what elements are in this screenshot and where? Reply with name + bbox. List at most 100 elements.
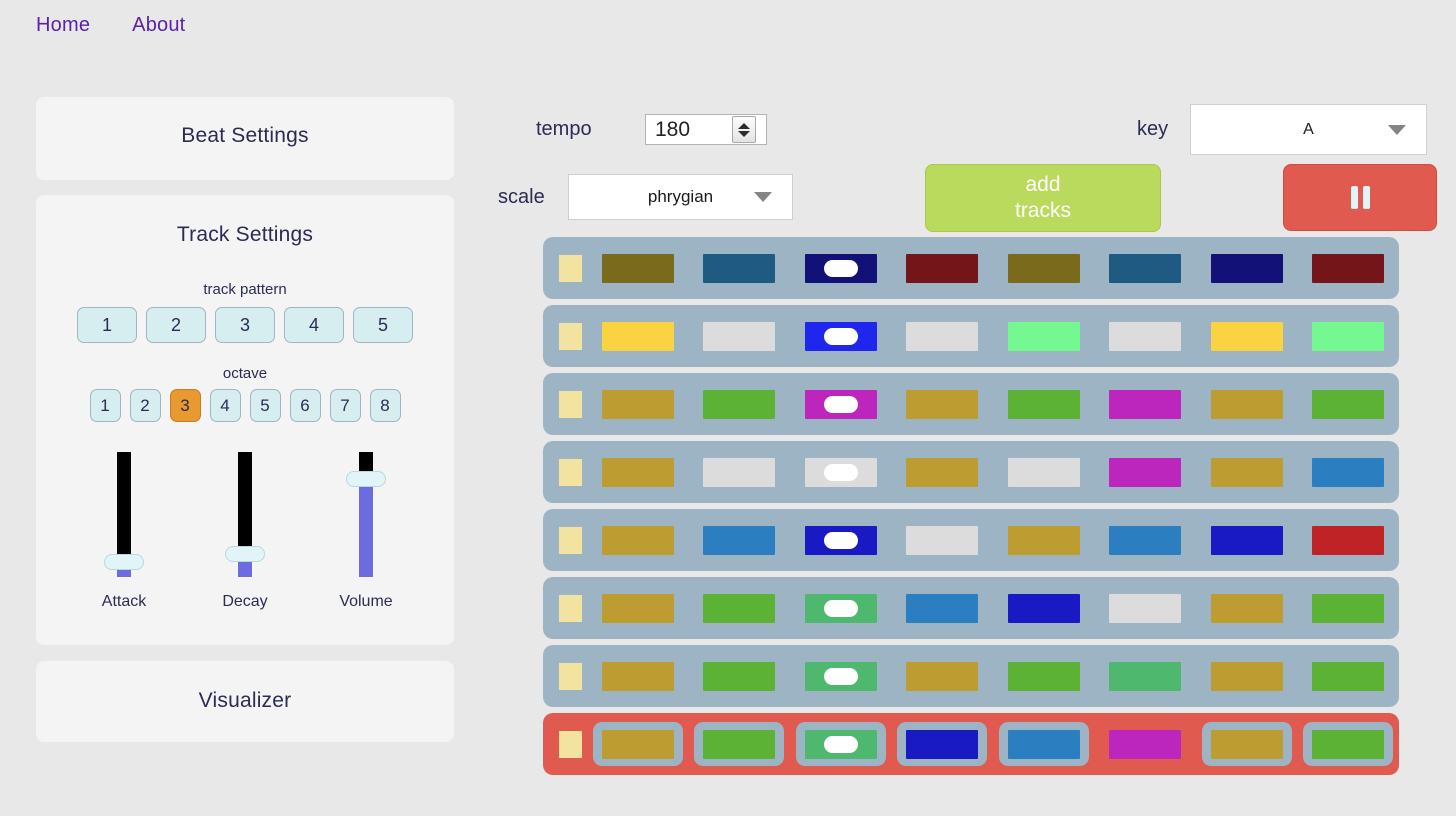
step-cell[interactable] (804, 729, 877, 759)
step-cell[interactable] (601, 593, 674, 623)
step-cell[interactable] (1007, 389, 1080, 419)
step-cell[interactable] (601, 457, 674, 487)
track-row[interactable] (543, 237, 1399, 299)
step-cell[interactable] (804, 321, 877, 351)
step-cell[interactable] (1210, 525, 1283, 555)
step-toggle-indicator[interactable] (823, 735, 858, 753)
step-toggle-indicator[interactable] (823, 259, 858, 277)
step-cell[interactable] (601, 729, 674, 759)
track-pattern-button-3[interactable]: 3 (215, 307, 275, 343)
step-cell[interactable] (703, 525, 776, 555)
step-cell[interactable] (703, 321, 776, 351)
track-row[interactable] (543, 373, 1399, 435)
chevron-down-icon[interactable] (738, 130, 750, 137)
track-row[interactable] (543, 713, 1399, 775)
track-marker[interactable] (559, 458, 582, 486)
tempo-stepper[interactable] (645, 114, 767, 145)
slider-volume[interactable]: Volume (336, 452, 396, 611)
step-cell[interactable] (703, 661, 776, 691)
octave-button-3[interactable]: 3 (169, 389, 201, 422)
nav-link-about[interactable]: About (132, 14, 185, 37)
step-toggle-indicator[interactable] (823, 531, 858, 549)
octave-button-1[interactable]: 1 (89, 389, 121, 422)
slider-track-attack[interactable] (104, 452, 144, 577)
step-cell[interactable] (1007, 525, 1080, 555)
step-cell[interactable] (1210, 457, 1283, 487)
step-cell[interactable] (1109, 525, 1182, 555)
step-cell[interactable] (601, 525, 674, 555)
step-cell[interactable] (703, 457, 776, 487)
step-cell[interactable] (1312, 457, 1385, 487)
octave-button-7[interactable]: 7 (329, 389, 361, 422)
step-cell[interactable] (1109, 661, 1182, 691)
chevron-down-icon[interactable] (1388, 124, 1406, 135)
step-cell[interactable] (1007, 253, 1080, 283)
step-cell[interactable] (906, 389, 979, 419)
step-cell[interactable] (906, 321, 979, 351)
step-cell[interactable] (1210, 729, 1283, 759)
track-marker[interactable] (559, 730, 582, 758)
step-cell[interactable] (703, 253, 776, 283)
step-cell[interactable] (1312, 661, 1385, 691)
step-toggle-indicator[interactable] (823, 327, 858, 345)
step-toggle-indicator[interactable] (823, 395, 858, 413)
step-cell[interactable] (1109, 729, 1182, 759)
step-cell[interactable] (1210, 389, 1283, 419)
step-cell[interactable] (804, 253, 877, 283)
step-toggle-indicator[interactable] (823, 667, 858, 685)
nav-link-home[interactable]: Home (36, 14, 90, 37)
step-cell[interactable] (804, 525, 877, 555)
step-cell[interactable] (1210, 593, 1283, 623)
tempo-input[interactable] (646, 116, 732, 143)
step-cell[interactable] (703, 729, 776, 759)
pause-button[interactable] (1283, 164, 1437, 231)
visualizer-panel[interactable]: Visualizer (36, 661, 454, 742)
step-cell[interactable] (906, 661, 979, 691)
octave-button-4[interactable]: 4 (209, 389, 241, 422)
chevron-down-icon[interactable] (754, 192, 772, 202)
track-marker[interactable] (559, 526, 582, 554)
step-toggle-indicator[interactable] (823, 599, 858, 617)
octave-button-5[interactable]: 5 (249, 389, 281, 422)
step-cell[interactable] (1109, 593, 1182, 623)
slider-thumb-volume[interactable] (346, 471, 386, 487)
octave-button-2[interactable]: 2 (129, 389, 161, 422)
step-cell[interactable] (1007, 321, 1080, 351)
track-marker[interactable] (559, 322, 582, 350)
step-cell[interactable] (804, 661, 877, 691)
track-marker[interactable] (559, 254, 582, 282)
track-row[interactable] (543, 577, 1399, 639)
track-row[interactable] (543, 645, 1399, 707)
beat-settings-panel[interactable]: Beat Settings (36, 97, 454, 180)
step-cell[interactable] (1312, 729, 1385, 759)
step-cell[interactable] (1312, 525, 1385, 555)
step-cell[interactable] (1007, 457, 1080, 487)
octave-button-8[interactable]: 8 (369, 389, 401, 422)
chevron-up-icon[interactable] (738, 122, 750, 129)
step-cell[interactable] (1109, 253, 1182, 283)
track-pattern-button-2[interactable]: 2 (146, 307, 206, 343)
track-pattern-button-4[interactable]: 4 (284, 307, 344, 343)
track-row[interactable] (543, 305, 1399, 367)
step-toggle-indicator[interactable] (823, 463, 858, 481)
step-cell[interactable] (1007, 729, 1080, 759)
step-cell[interactable] (1210, 661, 1283, 691)
scale-select[interactable]: phrygian (568, 174, 793, 220)
step-cell[interactable] (1109, 457, 1182, 487)
slider-decay[interactable]: Decay (215, 452, 275, 611)
step-cell[interactable] (1312, 321, 1385, 351)
step-cell[interactable] (1007, 661, 1080, 691)
slider-track-decay[interactable] (225, 452, 265, 577)
track-pattern-button-1[interactable]: 1 (77, 307, 137, 343)
step-cell[interactable] (1007, 593, 1080, 623)
step-cell[interactable] (1312, 253, 1385, 283)
step-cell[interactable] (804, 457, 877, 487)
step-cell[interactable] (804, 593, 877, 623)
step-cell[interactable] (906, 593, 979, 623)
step-cell[interactable] (1109, 321, 1182, 351)
step-cell[interactable] (703, 593, 776, 623)
step-cell[interactable] (1312, 593, 1385, 623)
step-cell[interactable] (1109, 389, 1182, 419)
slider-thumb-decay[interactable] (225, 546, 265, 562)
slider-thumb-attack[interactable] (104, 554, 144, 570)
